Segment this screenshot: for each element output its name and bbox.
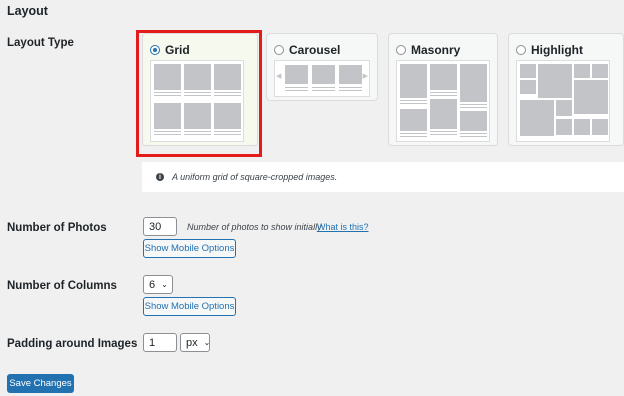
- highlight-label: Highlight: [531, 43, 583, 57]
- layout-description-text: A uniform grid of square-cropped images.: [172, 172, 338, 182]
- layout-description: i A uniform grid of square-cropped image…: [142, 162, 624, 192]
- number-of-photos-hint: Number of photos to show initially: [187, 222, 322, 232]
- highlight-preview: [516, 60, 610, 142]
- carousel-left-arrow-icon: ◀: [276, 73, 282, 80]
- grid-preview: [150, 60, 244, 142]
- padding-unit-select[interactable]: px ⌄: [180, 333, 210, 352]
- columns-show-mobile-options-button[interactable]: Show Mobile Options: [143, 297, 236, 316]
- masonry-radio[interactable]: [396, 45, 406, 55]
- padding-unit-value: px: [186, 336, 198, 349]
- padding-label: Padding around Images: [7, 338, 138, 350]
- what-is-this-link[interactable]: What is this?: [317, 222, 369, 232]
- carousel-radio[interactable]: [274, 45, 284, 55]
- section-title: Layout: [7, 4, 48, 18]
- padding-input[interactable]: [143, 333, 177, 352]
- layout-option-grid[interactable]: Grid: [142, 33, 258, 146]
- carousel-right-arrow-icon: ▶: [362, 73, 368, 80]
- chevron-down-icon: ⌄: [161, 280, 168, 289]
- save-changes-button[interactable]: Save Changes: [7, 374, 74, 393]
- number-of-photos-input[interactable]: [143, 217, 177, 236]
- masonry-preview: [396, 60, 490, 142]
- number-of-columns-select[interactable]: 6 ⌄: [143, 275, 173, 294]
- info-icon: i: [156, 173, 164, 181]
- chevron-down-icon: ⌄: [203, 338, 211, 347]
- grid-radio[interactable]: [150, 45, 160, 55]
- number-of-columns-label: Number of Columns: [7, 280, 117, 292]
- layout-type-label: Layout Type: [7, 37, 74, 49]
- masonry-label: Masonry: [411, 43, 461, 57]
- carousel-preview: ◀ ▶: [274, 60, 370, 97]
- grid-label: Grid: [165, 43, 190, 57]
- layout-option-masonry[interactable]: Masonry: [388, 33, 498, 146]
- layout-option-highlight[interactable]: Highlight: [508, 33, 624, 146]
- photos-show-mobile-options-button[interactable]: Show Mobile Options: [143, 239, 236, 258]
- carousel-label: Carousel: [289, 43, 341, 57]
- highlight-radio[interactable]: [516, 45, 526, 55]
- number-of-photos-label: Number of Photos: [7, 222, 107, 234]
- layout-option-carousel[interactable]: Carousel ◀ ▶: [266, 33, 378, 101]
- columns-value: 6: [149, 278, 156, 291]
